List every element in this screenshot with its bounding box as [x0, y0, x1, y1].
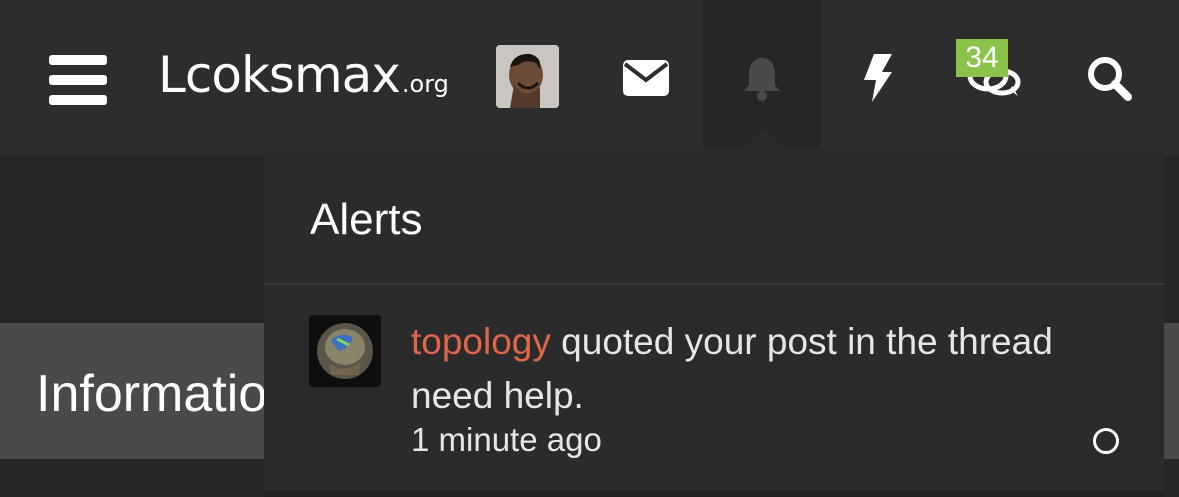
unread-count-badge: 34	[956, 39, 1008, 77]
alerts-dropdown: Alerts topology quoted your post in the …	[264, 148, 1164, 497]
divider	[264, 491, 1164, 497]
menu-icon-bar	[49, 55, 107, 65]
section-header-title: Information	[36, 365, 266, 423]
menu-icon-bar	[49, 95, 107, 105]
bell-icon	[744, 57, 780, 101]
search-button[interactable]	[1076, 45, 1142, 110]
logo-main-text: Lcoksmax	[158, 46, 401, 104]
inbox-button[interactable]	[612, 48, 680, 108]
menu-button[interactable]	[40, 45, 116, 115]
alert-item[interactable]: topology quoted your post in the thread …	[264, 285, 1164, 491]
dropdown-caret	[742, 128, 784, 149]
alert-user-avatar[interactable]	[309, 315, 381, 387]
alerts-title: Alerts	[310, 195, 423, 244]
user-avatar-button[interactable]	[496, 45, 559, 108]
alert-timestamp: 1 minute ago	[411, 421, 602, 458]
site-logo[interactable]: Lcoksmax .org	[158, 46, 449, 106]
alerts-button[interactable]	[703, 45, 821, 110]
alert-message: topology quoted your post in the thread …	[411, 315, 1131, 423]
avatar	[496, 45, 559, 108]
whats-new-button[interactable]	[848, 45, 908, 110]
bolt-icon	[864, 53, 892, 102]
search-icon	[1088, 56, 1132, 101]
avatar	[309, 315, 381, 387]
menu-icon-bar	[49, 75, 107, 85]
envelope-icon	[623, 60, 669, 96]
alert-username-link[interactable]: topology	[411, 321, 551, 362]
logo-org-text: .org	[401, 70, 449, 98]
mark-read-circle-icon[interactable]	[1093, 428, 1119, 454]
